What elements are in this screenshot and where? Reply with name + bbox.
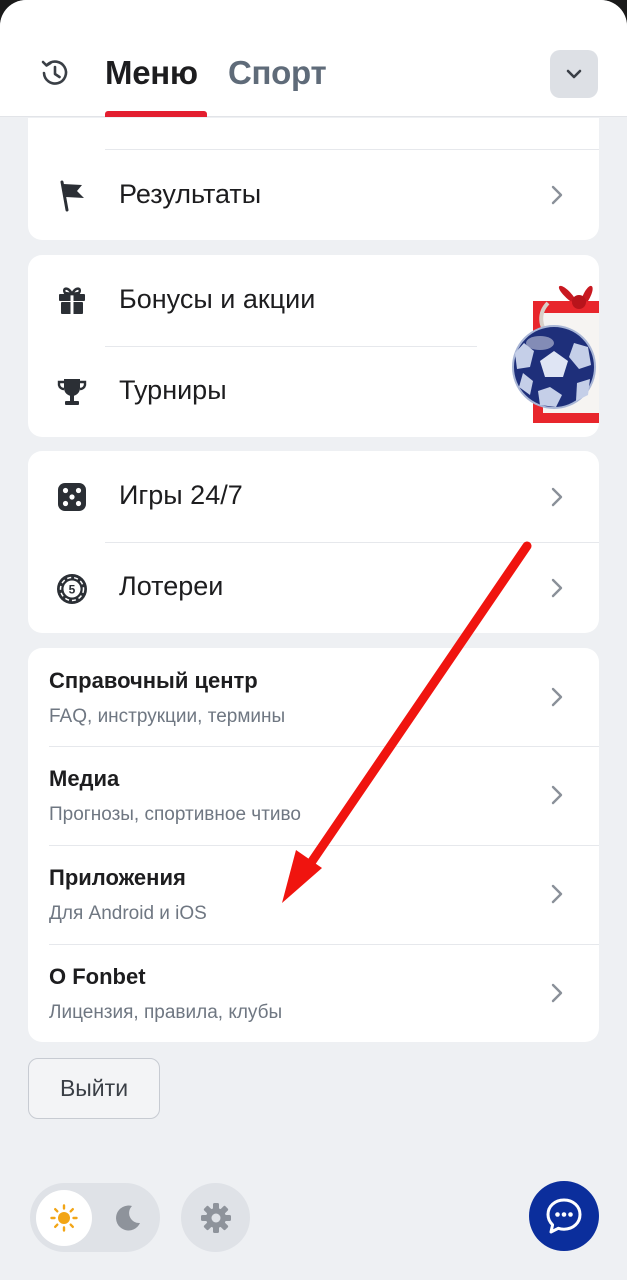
menu-item-label: Бонусы и акции: [119, 284, 316, 314]
chevron-right-icon: [551, 785, 563, 805]
chevron-right-icon: [551, 884, 563, 904]
info-item-subtitle: Прогнозы, спортивное чтиво: [49, 804, 301, 825]
dice-icon: [58, 483, 86, 511]
info-item-title: Приложения: [49, 865, 186, 890]
sun-icon: [50, 1204, 78, 1232]
info-item-title: Медиа: [49, 766, 120, 791]
info-item-title: Справочный центр: [49, 668, 258, 693]
history-icon[interactable]: [38, 56, 72, 90]
menu-card-results: Результаты: [28, 118, 599, 240]
menu-card-games: Игры 24/7 5 Лотереи: [28, 451, 599, 633]
gift-icon: [59, 287, 85, 314]
menu-item-lotteries[interactable]: 5 Лотереи: [28, 543, 599, 633]
info-item-subtitle: Для Android и iOS: [49, 903, 207, 924]
header: Меню Спорт: [0, 0, 627, 117]
info-item-subtitle: FAQ, инструкции, термины: [49, 706, 286, 727]
settings-button[interactable]: [181, 1183, 250, 1252]
svg-text:5: 5: [69, 583, 76, 597]
chevron-down-icon: [566, 69, 582, 79]
tab-menu[interactable]: Меню: [105, 54, 198, 92]
tab-sport[interactable]: Спорт: [228, 54, 327, 92]
chevron-right-icon: [551, 983, 563, 1003]
chevron-right-icon: [551, 687, 563, 707]
menu-item-label: Турниры: [119, 375, 227, 405]
info-item-media[interactable]: Медиа Прогнозы, спортивное чтиво: [28, 747, 599, 846]
lottery-ball-icon: 5: [57, 574, 87, 604]
info-card: Справочный центр FAQ, инструкции, термин…: [28, 648, 599, 1042]
theme-light-option[interactable]: [36, 1190, 92, 1246]
menu-item-label: Игры 24/7: [119, 480, 243, 510]
football-gift-image[interactable]: [478, 273, 599, 423]
info-item-apps[interactable]: Приложения Для Android и iOS: [28, 846, 599, 944]
menu-card-promo: Бонусы и акции Турниры: [28, 255, 599, 437]
info-item-about[interactable]: О Fonbet Лицензия, правила, клубы: [28, 945, 599, 1042]
menu-sheet: Меню Спорт Результаты Бонусы и акции Тур…: [0, 0, 627, 1280]
moon-icon: [116, 1205, 140, 1231]
chevron-right-icon: [551, 578, 563, 598]
flag-icon: [60, 180, 84, 212]
menu-item-label: Лотереи: [119, 571, 224, 601]
info-item-subtitle: Лицензия, правила, клубы: [49, 1002, 283, 1023]
menu-item-results[interactable]: Результаты: [28, 150, 599, 240]
info-item-help-center[interactable]: Справочный центр FAQ, инструкции, термин…: [28, 648, 599, 746]
chat-button[interactable]: [529, 1181, 599, 1251]
menu-item-games[interactable]: Игры 24/7: [28, 451, 599, 542]
theme-toggle[interactable]: [30, 1183, 160, 1252]
logout-button[interactable]: Выйти: [28, 1058, 160, 1119]
chevron-right-icon: [551, 185, 563, 205]
collapse-button[interactable]: [550, 50, 598, 98]
trophy-icon: [57, 379, 87, 405]
chat-icon: [546, 1198, 582, 1234]
theme-dark-option[interactable]: [100, 1190, 156, 1246]
info-item-title: О Fonbet: [49, 964, 146, 989]
menu-item-label: Результаты: [119, 179, 262, 209]
active-tab-indicator: [105, 111, 207, 117]
chevron-right-icon: [551, 487, 563, 507]
gear-icon: [200, 1202, 231, 1233]
